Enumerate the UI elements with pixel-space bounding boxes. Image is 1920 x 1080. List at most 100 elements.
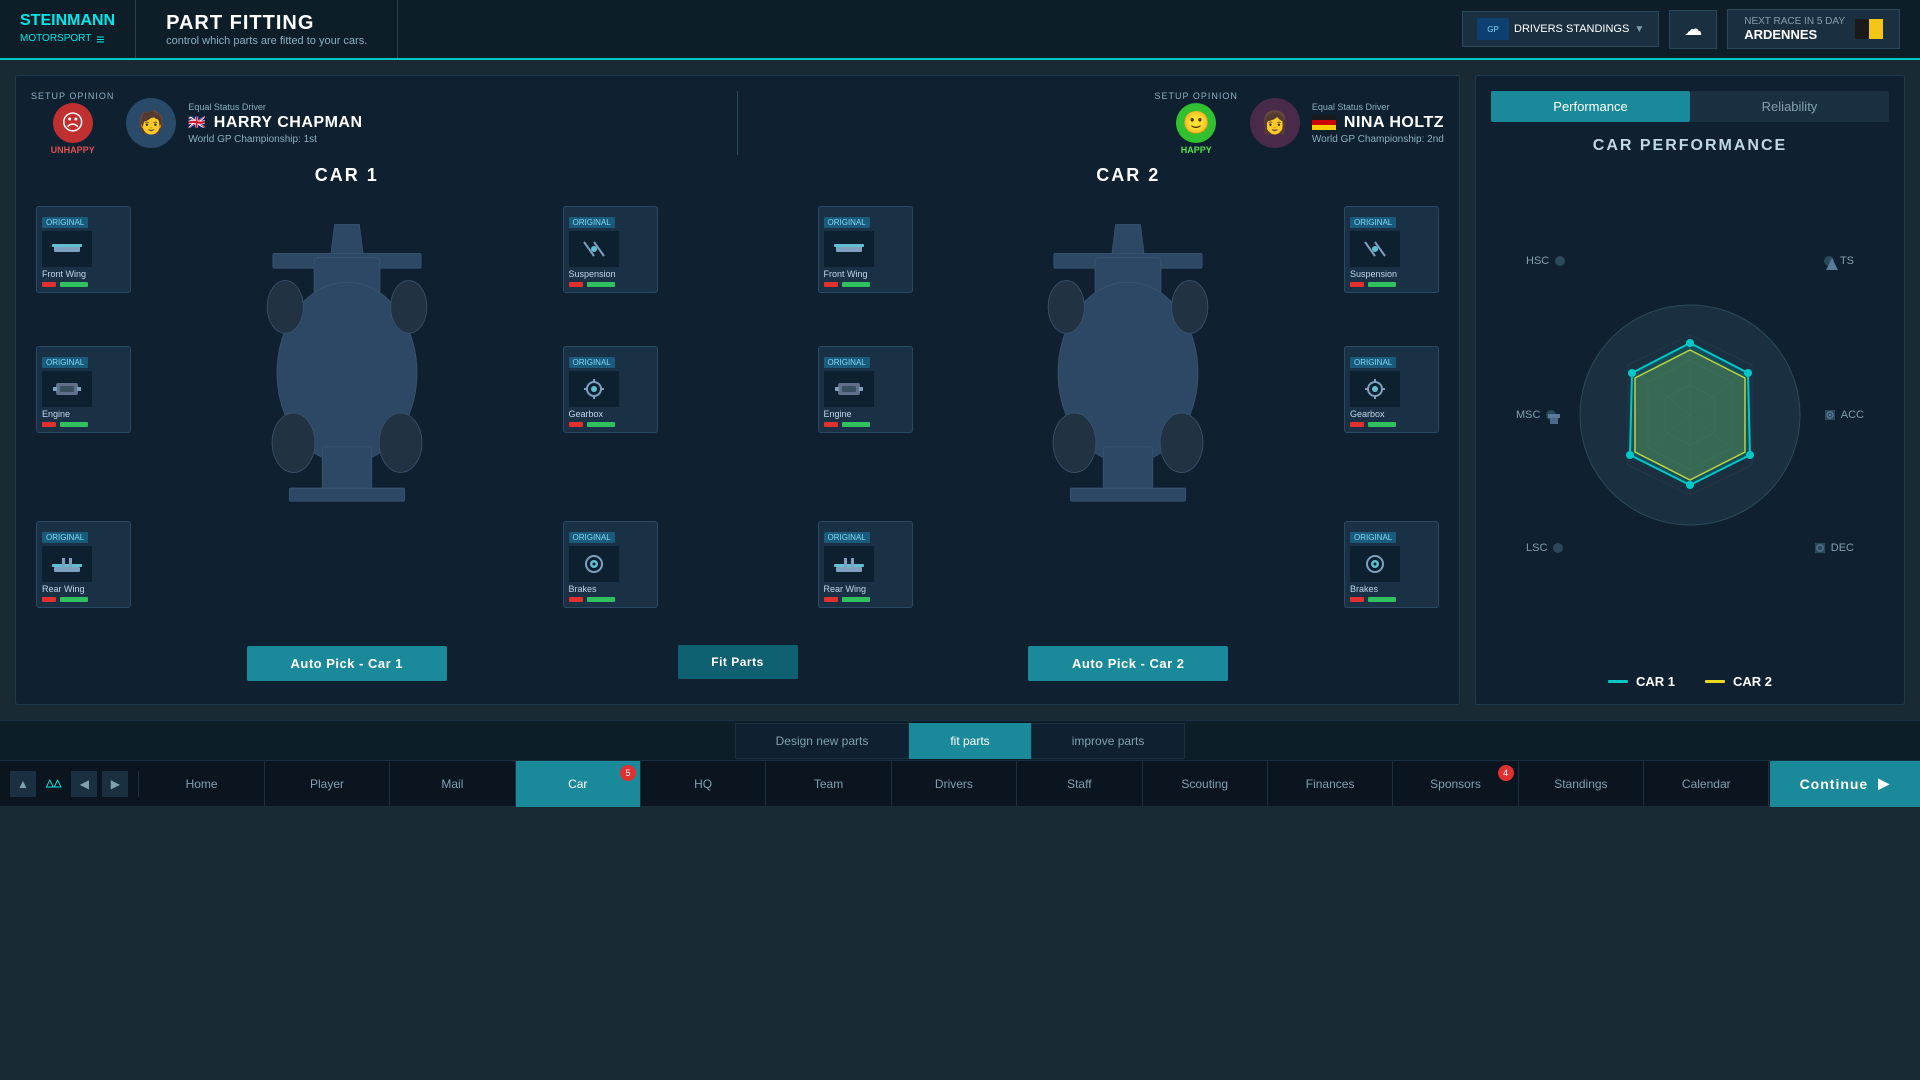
fit-parts-btn[interactable]: Fit Parts [678, 645, 798, 679]
car1-rearwing-bars [42, 597, 125, 602]
car2-part-rearwing[interactable]: ORIGINAL Rear Wing [818, 521, 913, 608]
nav-back-btn[interactable]: ◀ [71, 771, 97, 797]
driver1-status: Equal Status Driver [188, 102, 362, 112]
bottom-tabs: Design new parts fit parts improve parts [0, 720, 1920, 760]
car1-suspension-icon [569, 231, 619, 267]
nav-item-player[interactable]: Player [265, 761, 390, 807]
car1-engine-name: Engine [42, 409, 125, 419]
driver2-mood-label: HAPPY [1181, 145, 1212, 155]
car2-suspension-badge: ORIGINAL [1350, 217, 1396, 228]
car1-frontwing-name: Front Wing [42, 269, 125, 279]
car1-diagram: ORIGINAL Front Wing ORIGINAL [31, 191, 663, 638]
car2-rearwing-name: Rear Wing [824, 584, 907, 594]
nav-item-mail[interactable]: Mail [390, 761, 515, 807]
car1-part-engine[interactable]: ORIGINAL Engine [36, 346, 131, 433]
nav-item-drivers[interactable]: Drivers [892, 761, 1017, 807]
car1-svg [207, 191, 487, 571]
car2-part-brakes[interactable]: ORIGINAL Brakes [1344, 521, 1439, 608]
nav-continue-btn[interactable]: Continue ▶ [1770, 761, 1920, 807]
car2-frontwing-icon [824, 231, 874, 267]
nav-item-team[interactable]: Team [766, 761, 891, 807]
tab-performance[interactable]: Performance [1491, 91, 1690, 122]
auto-pick-car1-btn[interactable]: Auto Pick - Car 1 [247, 646, 447, 681]
car2-engine-bars [824, 422, 907, 427]
label-ts: TS [1824, 255, 1854, 267]
legend-car1-label: CAR 1 [1636, 674, 1675, 689]
nav-item-scouting[interactable]: Scouting [1143, 761, 1268, 807]
car2-rearwing-badge: ORIGINAL [824, 532, 870, 543]
car1-frontwing-icon [42, 231, 92, 267]
car2-part-engine[interactable]: ORIGINAL Engine [818, 346, 913, 433]
nav-item-car[interactable]: Car 5 [516, 761, 641, 807]
car2-engine-name: Engine [824, 409, 907, 419]
legend-car1-color [1608, 680, 1628, 683]
hsc-dot [1555, 256, 1565, 266]
nav-badge-sponsors: 4 [1498, 765, 1514, 781]
car1-gearbox-name: Gearbox [569, 409, 652, 419]
msc-label: MSC [1516, 409, 1540, 421]
car1-gearbox-badge: ORIGINAL [569, 357, 615, 368]
car1-engine-badge: ORIGINAL [42, 357, 88, 368]
nav-item-standings[interactable]: Standings [1519, 761, 1644, 807]
tab-fit-parts[interactable]: fit parts [909, 723, 1030, 759]
tab-design-new-parts[interactable]: Design new parts [735, 723, 910, 759]
continue-arrow-icon: ▶ [1878, 775, 1890, 792]
driver2-standing: World GP Championship: 2nd [1312, 134, 1444, 145]
nav-forward-btn[interactable]: ▶ [102, 771, 128, 797]
label-hsc: HSC [1526, 255, 1565, 267]
nav-item-staff[interactable]: Staff [1017, 761, 1142, 807]
car1-part-gearbox[interactable]: ORIGINAL Gearbox [563, 346, 658, 433]
legend-car1: CAR 1 [1608, 674, 1675, 689]
radar-container: HSC TS MSC ACC [1491, 175, 1889, 654]
nav-item-hq[interactable]: HQ [641, 761, 766, 807]
main-content: SETUP OPINION ☹ UNHAPPY 🧑 Equal Status D… [0, 60, 1920, 720]
car2-part-suspension[interactable]: ORIGINAL Suspension [1344, 206, 1439, 293]
driver2-opinion-label: SETUP OPINION [1155, 91, 1238, 101]
driver2-setup-opinion: SETUP OPINION 🙂 HAPPY [1155, 91, 1238, 155]
label-msc: MSC [1516, 409, 1556, 421]
dropdown-icon: ▼ [1634, 24, 1644, 35]
acc-dot [1825, 410, 1835, 420]
car1-frontwing-bars [42, 282, 125, 287]
driver2-avatar: 👩 [1250, 98, 1300, 148]
nav-item-finances[interactable]: Finances [1268, 761, 1393, 807]
driver1-mood-icon: ☹ [53, 103, 93, 143]
driver1-opinion-label: SETUP OPINION [31, 91, 114, 101]
ts-dot [1824, 256, 1834, 266]
driver2-flag-name: NINA HOLTZ [1312, 114, 1444, 132]
weather-btn[interactable]: ☁ [1669, 10, 1717, 49]
label-acc: ACC [1825, 409, 1864, 421]
car1-part-frontwing[interactable]: ORIGINAL Front Wing [36, 206, 131, 293]
hsc-label: HSC [1526, 255, 1549, 267]
tab-improve-parts[interactable]: improve parts [1031, 723, 1186, 759]
car2-gearbox-badge: ORIGINAL [1350, 357, 1396, 368]
car1-frontwing-badge: ORIGINAL [42, 217, 88, 228]
logo-text-line2: MOTORSPORT ≡ [20, 31, 115, 47]
perf-title: CAR PERFORMANCE [1491, 137, 1889, 155]
car2-part-frontwing[interactable]: ORIGINAL Front Wing [818, 206, 913, 293]
next-race-label: NEXT RACE IN 5 DAY [1744, 16, 1845, 27]
nav-item-sponsors[interactable]: Sponsors 4 [1393, 761, 1518, 807]
lsc-dot [1553, 543, 1563, 553]
radar-svg [1560, 285, 1820, 545]
nav-item-home[interactable]: Home [139, 761, 264, 807]
continue-label: Continue [1800, 776, 1869, 792]
car1-part-brakes[interactable]: ORIGINAL Brakes [563, 521, 658, 608]
car2-part-gearbox[interactable]: ORIGINAL Gearbox [1344, 346, 1439, 433]
car1-rearwing-name: Rear Wing [42, 584, 125, 594]
nav-up-btn[interactable]: ▲ [10, 771, 36, 797]
car1-part-suspension[interactable]: ORIGINAL Suspension [563, 206, 658, 293]
car1-part-rearwing[interactable]: ORIGINAL Rear Wing [36, 521, 131, 608]
msc-dot [1546, 410, 1556, 420]
tab-reliability[interactable]: Reliability [1690, 91, 1889, 122]
car1-label: CAR 1 [31, 165, 663, 186]
car1-brakes-icon [569, 546, 619, 582]
nav-bar: ▲ △△ ◀ ▶ Home Player Mail Car 5 HQ Team … [0, 760, 1920, 806]
title-section: PART FITTING control which parts are fit… [136, 0, 398, 58]
auto-pick-car2-btn[interactable]: Auto Pick - Car 2 [1028, 646, 1228, 681]
driver-row: SETUP OPINION ☹ UNHAPPY 🧑 Equal Status D… [31, 91, 1444, 155]
car2-brakes-badge: ORIGINAL [1350, 532, 1396, 543]
nav-item-calendar[interactable]: Calendar [1644, 761, 1769, 807]
car1-suspension-name: Suspension [569, 269, 652, 279]
world-gp-btn[interactable]: GP DRIVERS STANDINGS ▼ [1462, 11, 1659, 47]
